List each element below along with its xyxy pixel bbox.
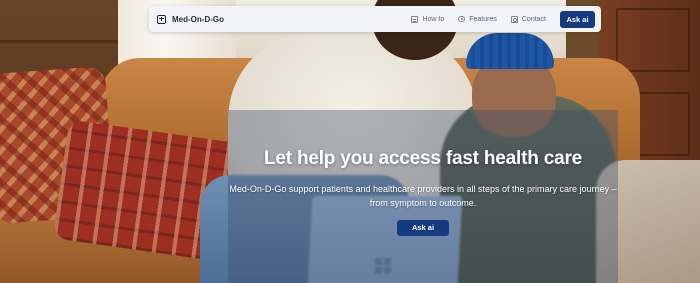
brand[interactable]: Med-On-D-Go [157,14,224,24]
nav-links: How to Features Contact [411,15,546,23]
nav-link-how-to[interactable]: How to [411,15,445,23]
plus-square-icon [157,14,166,24]
ask-ai-hero-button[interactable]: Ask ai [397,219,449,236]
hero-title: Let help you access fast health care [263,148,583,169]
hero-subtitle: Med-On-D-Go support patients and healthc… [229,184,617,208]
hero-background-photo [0,0,700,283]
hero-section: Let help you access fast health care Med… [228,148,618,236]
nav-link-label: How to [422,15,445,23]
document-icon [411,15,419,23]
blue-beanie [466,33,554,69]
top-navbar: Med-On-D-Go How to Features Contact Ask … [149,6,601,32]
contact-card-icon [510,15,518,23]
brand-name: Med-On-D-Go [172,14,224,24]
nav-link-contact[interactable]: Contact [510,15,546,23]
nav-link-label: Features [469,15,497,23]
nav-link-label: Contact [521,15,546,23]
eye-icon [458,16,466,22]
ask-ai-nav-button[interactable]: Ask ai [560,10,595,28]
nav-link-features[interactable]: Features [458,16,497,23]
